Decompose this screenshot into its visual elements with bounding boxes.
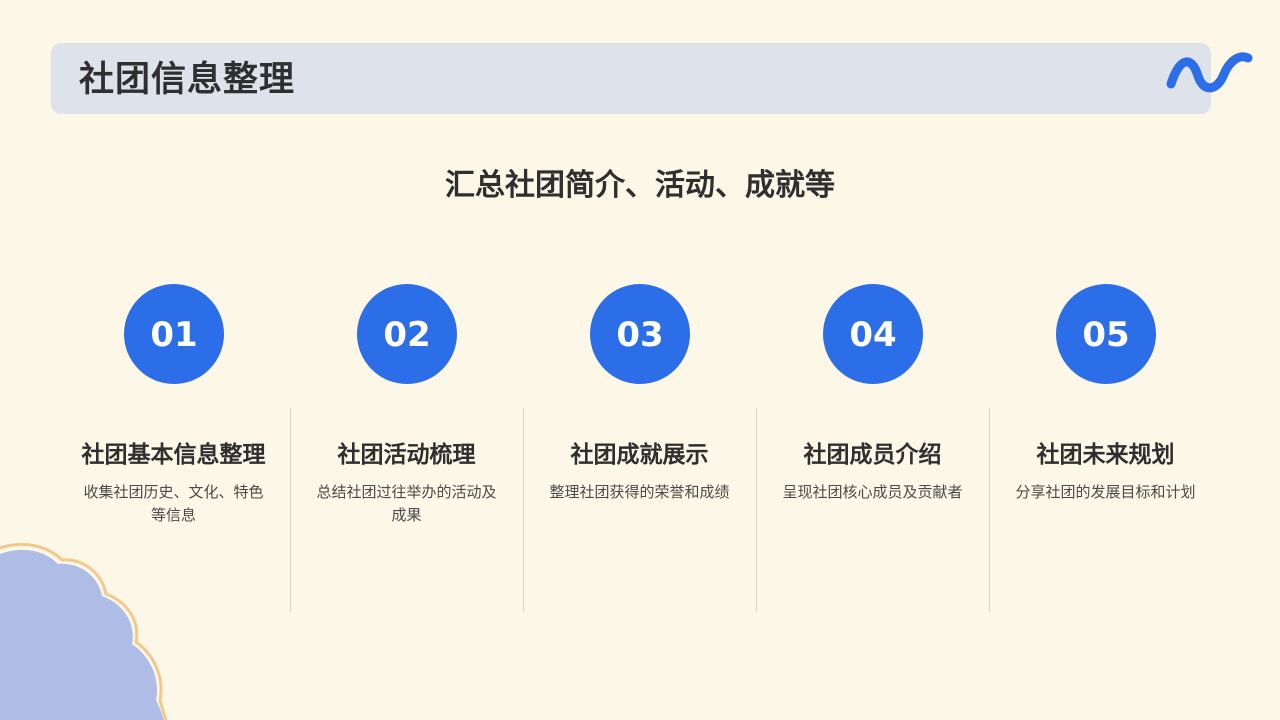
number-badge: 02 bbox=[357, 284, 457, 384]
topic-description: 分享社团的发展目标和计划 bbox=[1015, 483, 1196, 501]
topic-title: 社团基本信息整理 bbox=[81, 442, 266, 468]
topic-title: 社团活动梳理 bbox=[337, 442, 476, 468]
topic-title: 社团成就展示 bbox=[570, 442, 709, 468]
cloud-decoration bbox=[0, 542, 168, 720]
topic-description: 整理社团获得的荣誉和成绩 bbox=[549, 483, 730, 501]
topic-column-4: 04 社团成员介绍 呈现社团核心成员及贡献者 bbox=[756, 0, 989, 720]
topic-title: 社团未来规划 bbox=[1036, 442, 1175, 468]
number-badge: 05 bbox=[1056, 284, 1156, 384]
topic-description: 收集社团历史、文化、特色等信息 bbox=[83, 483, 264, 524]
topic-title: 社团成员介绍 bbox=[803, 442, 942, 468]
topic-column-5: 05 社团未来规划 分享社团的发展目标和计划 bbox=[989, 0, 1222, 720]
topic-column-2: 02 社团活动梳理 总结社团过往举办的活动及成果 bbox=[290, 0, 523, 720]
number-badge: 01 bbox=[124, 284, 224, 384]
topic-column-3: 03 社团成就展示 整理社团获得的荣誉和成绩 bbox=[523, 0, 756, 720]
topic-description: 总结社团过往举办的活动及成果 bbox=[316, 483, 497, 524]
number-badge: 03 bbox=[590, 284, 690, 384]
topic-columns: 01 社团基本信息整理 收集社团历史、文化、特色等信息 02 社团活动梳理 总结… bbox=[57, 0, 1223, 720]
number-badge: 04 bbox=[823, 284, 923, 384]
topic-description: 呈现社团核心成员及贡献者 bbox=[782, 483, 963, 501]
